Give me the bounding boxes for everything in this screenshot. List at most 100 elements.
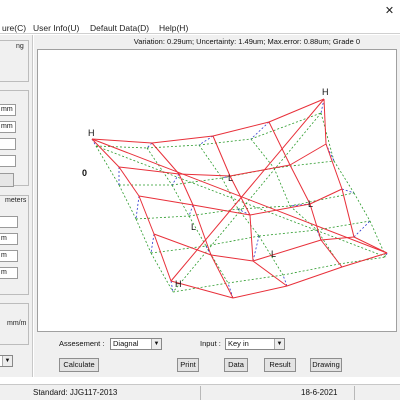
value-input-3[interactable] — [0, 138, 16, 150]
measured-grid-line — [138, 195, 155, 235]
assessment-select[interactable]: Diagnal ▼ — [110, 338, 162, 350]
reference-grid-line — [146, 147, 173, 186]
mm-per-m-label: mm/m — [7, 320, 27, 327]
input-label: Input : — [200, 339, 221, 348]
m-input-3[interactable]: m — [0, 267, 18, 279]
print-button[interactable]: Print — [177, 358, 199, 372]
value-input-5[interactable] — [0, 216, 18, 228]
chevron-down-icon: ▼ — [151, 339, 161, 349]
measurement-summary: Variation: 0.29um; Uncertainty: 1.49um; … — [133, 37, 360, 46]
measured-grid-line — [341, 252, 388, 268]
mm-input-1[interactable]: mm — [0, 104, 16, 116]
reference-grid-line — [198, 138, 252, 146]
measured-grid-line — [178, 173, 194, 206]
deviation-line — [170, 280, 174, 293]
reference-grid-line — [95, 145, 120, 186]
menu-user-info[interactable]: User Info(U) — [33, 23, 79, 33]
assessment-label: Assesement : — [59, 339, 105, 348]
reference-grid-line — [320, 112, 335, 162]
deviation-line — [252, 235, 260, 262]
menu-measure[interactable]: ure(C) — [2, 23, 26, 33]
flatness-3d-plot: 0 H H H L L L L — [37, 49, 397, 332]
reference-grid-line — [282, 263, 340, 276]
measured-grid-line — [210, 254, 254, 262]
reference-grid-line — [258, 229, 318, 237]
measured-grid-line — [153, 233, 172, 282]
grade-label: 0 — [82, 168, 87, 178]
drawing-button[interactable]: Drawing — [310, 358, 342, 372]
menu-bar: ure(C) User Info(U) Default Data(D) Help… — [0, 0, 400, 34]
high-point-label: H — [88, 128, 95, 138]
measured-diagonal — [91, 138, 388, 254]
menu-help[interactable]: Help(H) — [159, 23, 188, 33]
measured-grid-line — [252, 260, 288, 287]
reference-diagonal — [95, 145, 387, 258]
input-select[interactable]: Key in ▼ — [225, 338, 285, 350]
panel-combo[interactable]: ▼ — [0, 355, 13, 367]
group-box-1 — [0, 40, 29, 82]
measured-grid-line — [118, 166, 180, 175]
deviation-line — [150, 233, 155, 254]
chevron-down-icon: ▼ — [274, 339, 284, 349]
measured-grid-line — [210, 254, 234, 299]
measured-diagonal — [170, 98, 325, 282]
plot-canvas: 0 H H H L L L L — [82, 87, 388, 299]
deviation-line — [188, 204, 194, 217]
measured-grid-line — [268, 98, 325, 123]
status-separator — [354, 386, 355, 400]
reference-grid-line — [150, 252, 174, 293]
measured-grid-line — [320, 239, 343, 268]
measured-grid-line — [118, 166, 140, 197]
m-input-1[interactable]: m — [0, 233, 18, 245]
chevron-down-icon: ▼ — [2, 356, 12, 366]
deviation-line — [135, 195, 140, 220]
group-1-label: ng — [16, 43, 24, 50]
date-label: 18-6-2021 — [301, 388, 338, 397]
measured-grid-line — [289, 164, 311, 205]
status-bar: Standard: JJG117-2013 18-6-2021 — [0, 384, 400, 400]
measured-grid-line — [309, 203, 322, 241]
measured-grid-line — [341, 188, 355, 238]
reference-grid-line — [227, 274, 284, 284]
measured-grid-line — [325, 143, 343, 190]
m-input-2[interactable]: m — [0, 250, 18, 262]
deviation-line — [146, 142, 153, 149]
menu-default-data[interactable]: Default Data(D) — [90, 23, 149, 33]
measured-grid-line — [212, 121, 270, 137]
reference-grid-line — [289, 205, 318, 231]
reference-grid-line — [333, 160, 355, 194]
deviation-line — [171, 173, 180, 186]
measured-grid-line — [286, 266, 343, 287]
data-button[interactable]: Data — [224, 358, 248, 372]
standard-label: Standard: JJG117-2013 — [33, 388, 118, 397]
value-input-4[interactable] — [0, 155, 16, 167]
reference-grid-line — [273, 160, 335, 169]
group-3-label: meters — [5, 197, 27, 204]
measured-grid-line — [153, 233, 212, 256]
high-point-label: H — [175, 279, 182, 289]
measured-grid-line — [232, 285, 288, 299]
reference-grid-line — [273, 167, 291, 207]
reference-grid-line — [95, 145, 148, 149]
result-button[interactable]: Result — [264, 358, 296, 372]
high-point-label: H — [322, 87, 329, 97]
status-separator — [200, 386, 201, 400]
mm-input-2[interactable]: mm — [0, 121, 16, 133]
deviation-line — [353, 220, 371, 238]
measured-grid-line — [249, 203, 311, 216]
measured-grid-line — [323, 98, 327, 145]
group-box-3 — [0, 195, 29, 295]
main-panel: Variation: 0.29um; Uncertainty: 1.49um; … — [34, 35, 400, 377]
input-value: Key in — [228, 339, 249, 348]
close-icon[interactable]: ✕ — [379, 0, 400, 20]
assessment-value: Diagnal — [113, 339, 139, 348]
reference-grid-line — [118, 184, 137, 220]
measured-grid-line — [138, 195, 194, 206]
calculate-button[interactable]: Calculate — [59, 358, 99, 372]
reference-grid-line — [353, 192, 371, 222]
measured-grid-line — [229, 164, 291, 177]
low-point-label: L — [228, 173, 233, 183]
measured-grid-line — [192, 204, 251, 216]
panel-button[interactable] — [0, 173, 14, 187]
reference-grid-line — [250, 138, 275, 169]
